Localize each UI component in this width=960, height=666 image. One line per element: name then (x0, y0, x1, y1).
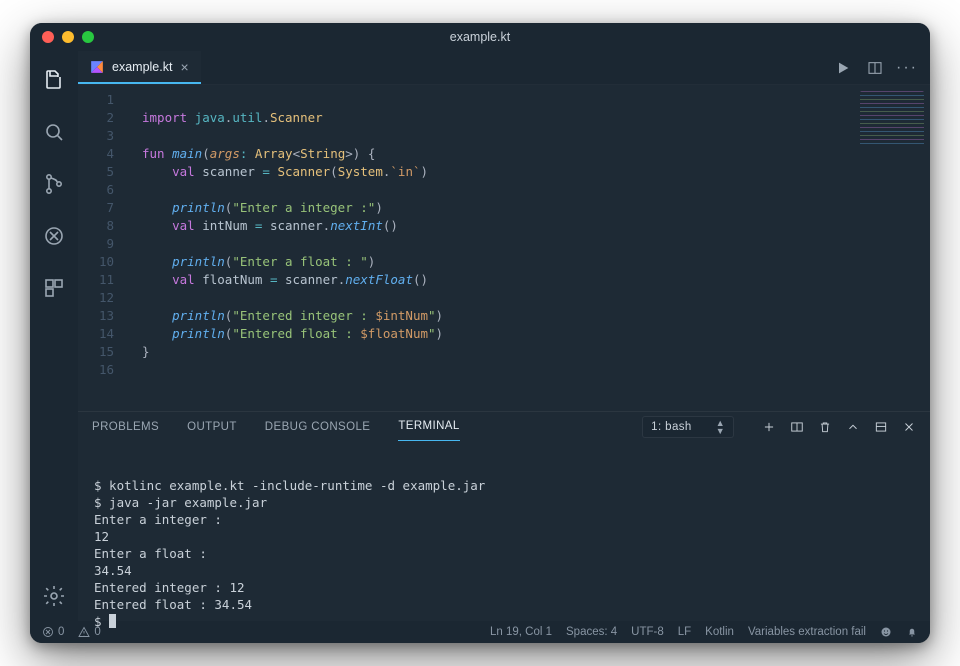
new-terminal-icon[interactable] (762, 420, 776, 434)
source-control-icon[interactable] (41, 171, 67, 197)
window-title: example.kt (30, 30, 930, 44)
terminal-shell-label: 1: bash (651, 421, 692, 433)
panel-tab-problems[interactable]: PROBLEMS (92, 413, 159, 441)
titlebar: example.kt (30, 23, 930, 51)
settings-gear-icon[interactable] (41, 583, 67, 609)
status-errors[interactable]: 0 (42, 626, 64, 638)
code-editor[interactable]: 12345678910111213141516 import java.util… (78, 85, 930, 411)
panel-up-icon[interactable] (846, 420, 860, 434)
tab-example-kt[interactable]: example.kt × (78, 51, 201, 84)
extensions-icon[interactable] (41, 275, 67, 301)
debug-icon[interactable] (41, 223, 67, 249)
close-panel-icon[interactable] (902, 420, 916, 434)
terminal-output[interactable]: $ kotlinc example.kt -include-runtime -d… (78, 441, 930, 643)
run-icon[interactable] (834, 59, 852, 77)
panel-tabs: PROBLEMS OUTPUT DEBUG CONSOLE TERMINAL 1… (78, 412, 930, 441)
bottom-panel: PROBLEMS OUTPUT DEBUG CONSOLE TERMINAL 1… (78, 411, 930, 621)
split-terminal-icon[interactable] (790, 420, 804, 434)
line-gutter: 12345678910111213141516 (78, 85, 124, 411)
editor-window: example.kt (30, 23, 930, 643)
editor-tabs: example.kt × ··· (78, 51, 930, 85)
kill-terminal-icon[interactable] (818, 420, 832, 434)
traffic-lights (42, 31, 94, 43)
more-actions-icon[interactable]: ··· (898, 59, 916, 77)
window-close-button[interactable] (42, 31, 54, 43)
split-editor-icon[interactable] (866, 59, 884, 77)
panel-tab-terminal[interactable]: TERMINAL (398, 412, 459, 441)
editor-actions: ··· (834, 51, 930, 84)
window-maximize-button[interactable] (82, 31, 94, 43)
tab-close-icon[interactable]: × (180, 60, 188, 74)
tab-filename: example.kt (112, 60, 172, 74)
select-arrows-icon: ▲▼ (716, 419, 725, 435)
panel-tab-debug[interactable]: DEBUG CONSOLE (265, 413, 371, 441)
maximize-panel-icon[interactable] (874, 420, 888, 434)
code-area[interactable]: import java.util.Scanner fun main(args: … (124, 85, 930, 411)
minimap[interactable] (860, 91, 924, 147)
activity-bar (30, 51, 78, 621)
search-icon[interactable] (41, 119, 67, 145)
terminal-shell-select[interactable]: 1: bash ▲▼ (642, 416, 734, 438)
panel-tab-output[interactable]: OUTPUT (187, 413, 237, 441)
kotlin-file-icon (90, 60, 104, 74)
explorer-icon[interactable] (41, 67, 67, 93)
window-minimize-button[interactable] (62, 31, 74, 43)
